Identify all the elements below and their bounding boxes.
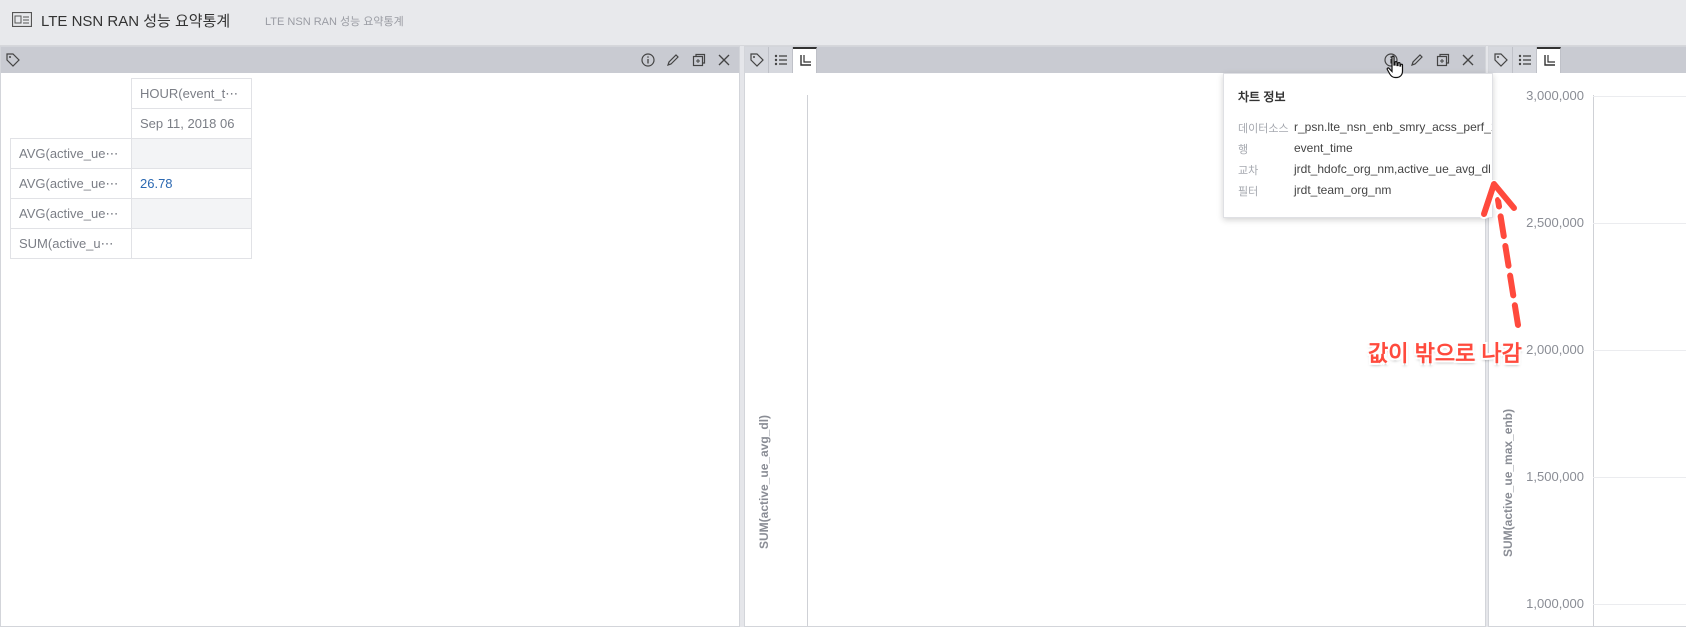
table-row: SUM(active_u⋯	[10, 228, 252, 259]
popover-row: 교차 jrdt_hdofc_org_nm,active_ue_avg_dl	[1238, 162, 1492, 180]
table-cell	[131, 138, 252, 169]
tag-icon[interactable]	[4, 51, 22, 69]
popover-row: 데이터소스 r_psn.lte_nsn_enb_smry_acss_perf_1…	[1238, 120, 1493, 138]
widget-header	[745, 47, 1485, 73]
tag-icon[interactable]	[1489, 47, 1513, 73]
pivot-table: HOUR(event_t⋯ Sep 11, 2018 06 AVG(active…	[10, 78, 252, 259]
popover-value: event_time	[1294, 141, 1353, 155]
y-axis-line	[807, 95, 808, 626]
pencil-icon[interactable]	[664, 51, 682, 69]
annotation-arrow-icon	[1480, 180, 1523, 330]
annotation-label: 값이 밖으로 나감	[1368, 341, 1522, 366]
gridline	[1593, 350, 1686, 351]
table-cell: 26.78	[131, 168, 252, 199]
dashboard-icon	[12, 12, 32, 27]
dashboard-title: LTE NSN RAN 성능 요약통계	[41, 13, 231, 30]
gridline	[1593, 477, 1686, 478]
gridline	[1593, 96, 1686, 97]
column-header[interactable]: HOUR(event_t⋯	[131, 78, 252, 109]
duplicate-icon[interactable]	[690, 51, 708, 69]
dashboard-header: LTE NSN RAN 성능 요약통계 LTE NSN RAN 성능 요약통계	[0, 0, 1686, 46]
popover-row: 행 event_time	[1238, 141, 1492, 159]
pencil-icon[interactable]	[1408, 51, 1426, 69]
y-axis-title: SUM(active_ue_avg_dl)	[757, 414, 771, 549]
table-header-row: Sep 11, 2018 06	[10, 108, 252, 139]
info-icon[interactable]	[639, 51, 657, 69]
popover-row: 필터 jrdt_team_org_nm	[1238, 183, 1492, 201]
tag-icon[interactable]	[745, 47, 769, 73]
table-cell	[131, 228, 252, 259]
popover-value: jrdt_team_org_nm	[1294, 183, 1392, 197]
table-row: AVG(active_ue⋯	[10, 138, 252, 169]
widget-header	[1, 47, 739, 73]
table-cell	[131, 198, 252, 229]
hand-cursor-icon	[1386, 55, 1404, 79]
legend-list-icon[interactable]	[769, 47, 793, 73]
row-header[interactable]: AVG(active_ue⋯	[10, 138, 132, 169]
y-tick-label: 1,000,000	[1526, 596, 1584, 611]
table-row: AVG(active_ue⋯	[10, 198, 252, 229]
close-icon[interactable]	[1459, 51, 1477, 69]
y-tick-label: 3,000,000	[1526, 88, 1584, 103]
column-value: Sep 11, 2018 06	[131, 108, 252, 139]
gridline	[1593, 223, 1686, 224]
chart-info-popover: 차트 정보 데이터소스 r_psn.lte_nsn_enb_smry_acss_…	[1223, 73, 1493, 218]
axis-icon[interactable]	[793, 47, 817, 73]
popover-title: 차트 정보	[1238, 90, 1286, 104]
table-row: AVG(active_ue⋯ 26.78	[10, 168, 252, 199]
y-axis-line	[1593, 95, 1594, 626]
table-header-row: HOUR(event_t⋯	[10, 78, 252, 109]
popover-key: 필터	[1238, 186, 1259, 198]
table-widget: HOUR(event_t⋯ Sep 11, 2018 06 AVG(active…	[0, 46, 740, 627]
axis-icon[interactable]	[1537, 47, 1561, 73]
duplicate-icon[interactable]	[1434, 51, 1452, 69]
y-tick-label: 1,500,000	[1526, 469, 1584, 484]
widget-header	[1489, 47, 1686, 73]
table-corner-cell	[10, 78, 132, 109]
popover-value: r_psn.lte_nsn_enb_smry_acss_perf_1h	[1294, 120, 1493, 134]
popover-key: 행	[1238, 144, 1249, 156]
row-header[interactable]: AVG(active_ue⋯	[10, 168, 132, 199]
dashboard-subtitle: LTE NSN RAN 성능 요약통계	[265, 16, 404, 28]
gridline	[1593, 604, 1686, 605]
legend-list-icon[interactable]	[1513, 47, 1537, 73]
popover-key: 데이터소스	[1238, 123, 1289, 135]
close-icon[interactable]	[715, 51, 733, 69]
row-header[interactable]: AVG(active_ue⋯	[10, 198, 132, 229]
table-corner-cell	[10, 108, 132, 139]
row-header[interactable]: SUM(active_u⋯	[10, 228, 132, 259]
popover-value: jrdt_hdofc_org_nm,active_ue_avg_dl	[1294, 162, 1491, 176]
popover-key: 교차	[1238, 165, 1259, 177]
